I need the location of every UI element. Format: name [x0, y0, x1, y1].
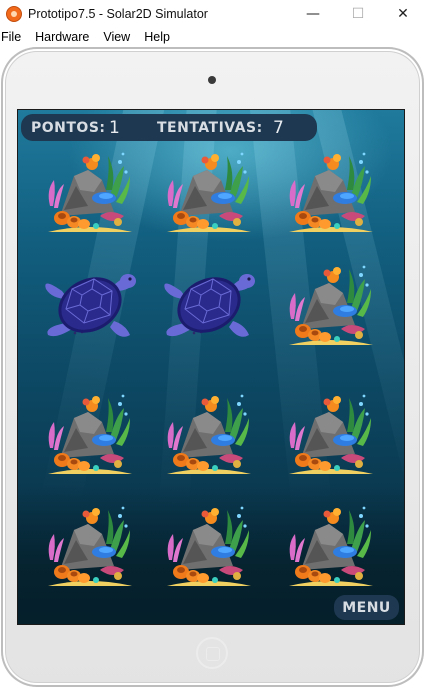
card-face-down[interactable]: [159, 146, 257, 238]
attempts-value: 7: [273, 117, 284, 138]
coral-reef-icon: [167, 506, 251, 586]
home-button[interactable]: [196, 637, 228, 669]
maximize-button[interactable]: ☐: [335, 0, 381, 28]
coral-reef-icon: [167, 152, 251, 232]
coral-reef-icon: [289, 394, 373, 474]
coral-reef-icon: [48, 506, 132, 586]
turtle-icon: [164, 274, 255, 337]
close-button[interactable]: ✕: [380, 0, 425, 28]
coral-reef-icon: [289, 152, 373, 232]
card-revealed-turtle[interactable]: [40, 259, 138, 351]
score-value: 1: [109, 117, 120, 138]
card-face-down[interactable]: [281, 259, 379, 351]
game-screen: PONTOS: 1 TENTATIVAS: 7 MENU: [17, 109, 405, 625]
coral-reef-icon: [167, 394, 251, 474]
card-face-down[interactable]: [159, 500, 257, 592]
menu-file[interactable]: File: [0, 30, 28, 44]
coral-reef-icon: [48, 394, 132, 474]
coral-reef-icon: [289, 506, 373, 586]
card-face-down[interactable]: [281, 500, 379, 592]
turtle-icon: [45, 274, 136, 337]
card-revealed-turtle[interactable]: [159, 259, 257, 351]
minimize-button[interactable]: —: [290, 0, 336, 28]
score-label: PONTOS:: [31, 119, 106, 136]
menu-help[interactable]: Help: [143, 30, 177, 44]
menu-bar: File Hardware View Help: [0, 28, 425, 46]
card-face-down[interactable]: [40, 500, 138, 592]
score-panel: PONTOS: 1 TENTATIVAS: 7: [21, 114, 317, 141]
card-face-down[interactable]: [40, 388, 138, 480]
camera-icon: [208, 76, 216, 84]
menu-view[interactable]: View: [102, 30, 137, 44]
menu-button[interactable]: MENU: [334, 595, 399, 620]
window-title: Prototipo7.5 - Solar2D Simulator: [28, 7, 208, 21]
card-face-down[interactable]: [159, 388, 257, 480]
menu-hardware[interactable]: Hardware: [34, 30, 96, 44]
window-title-bar[interactable]: Prototipo7.5 - Solar2D Simulator — ☐ ✕: [0, 0, 425, 28]
solar2d-app-icon: [6, 6, 22, 22]
coral-reef-icon: [48, 152, 132, 232]
card-face-down[interactable]: [281, 146, 379, 238]
attempts-label: TENTATIVAS:: [157, 119, 263, 136]
coral-reef-icon: [289, 265, 373, 345]
card-face-down[interactable]: [281, 388, 379, 480]
card-face-down[interactable]: [40, 146, 138, 238]
